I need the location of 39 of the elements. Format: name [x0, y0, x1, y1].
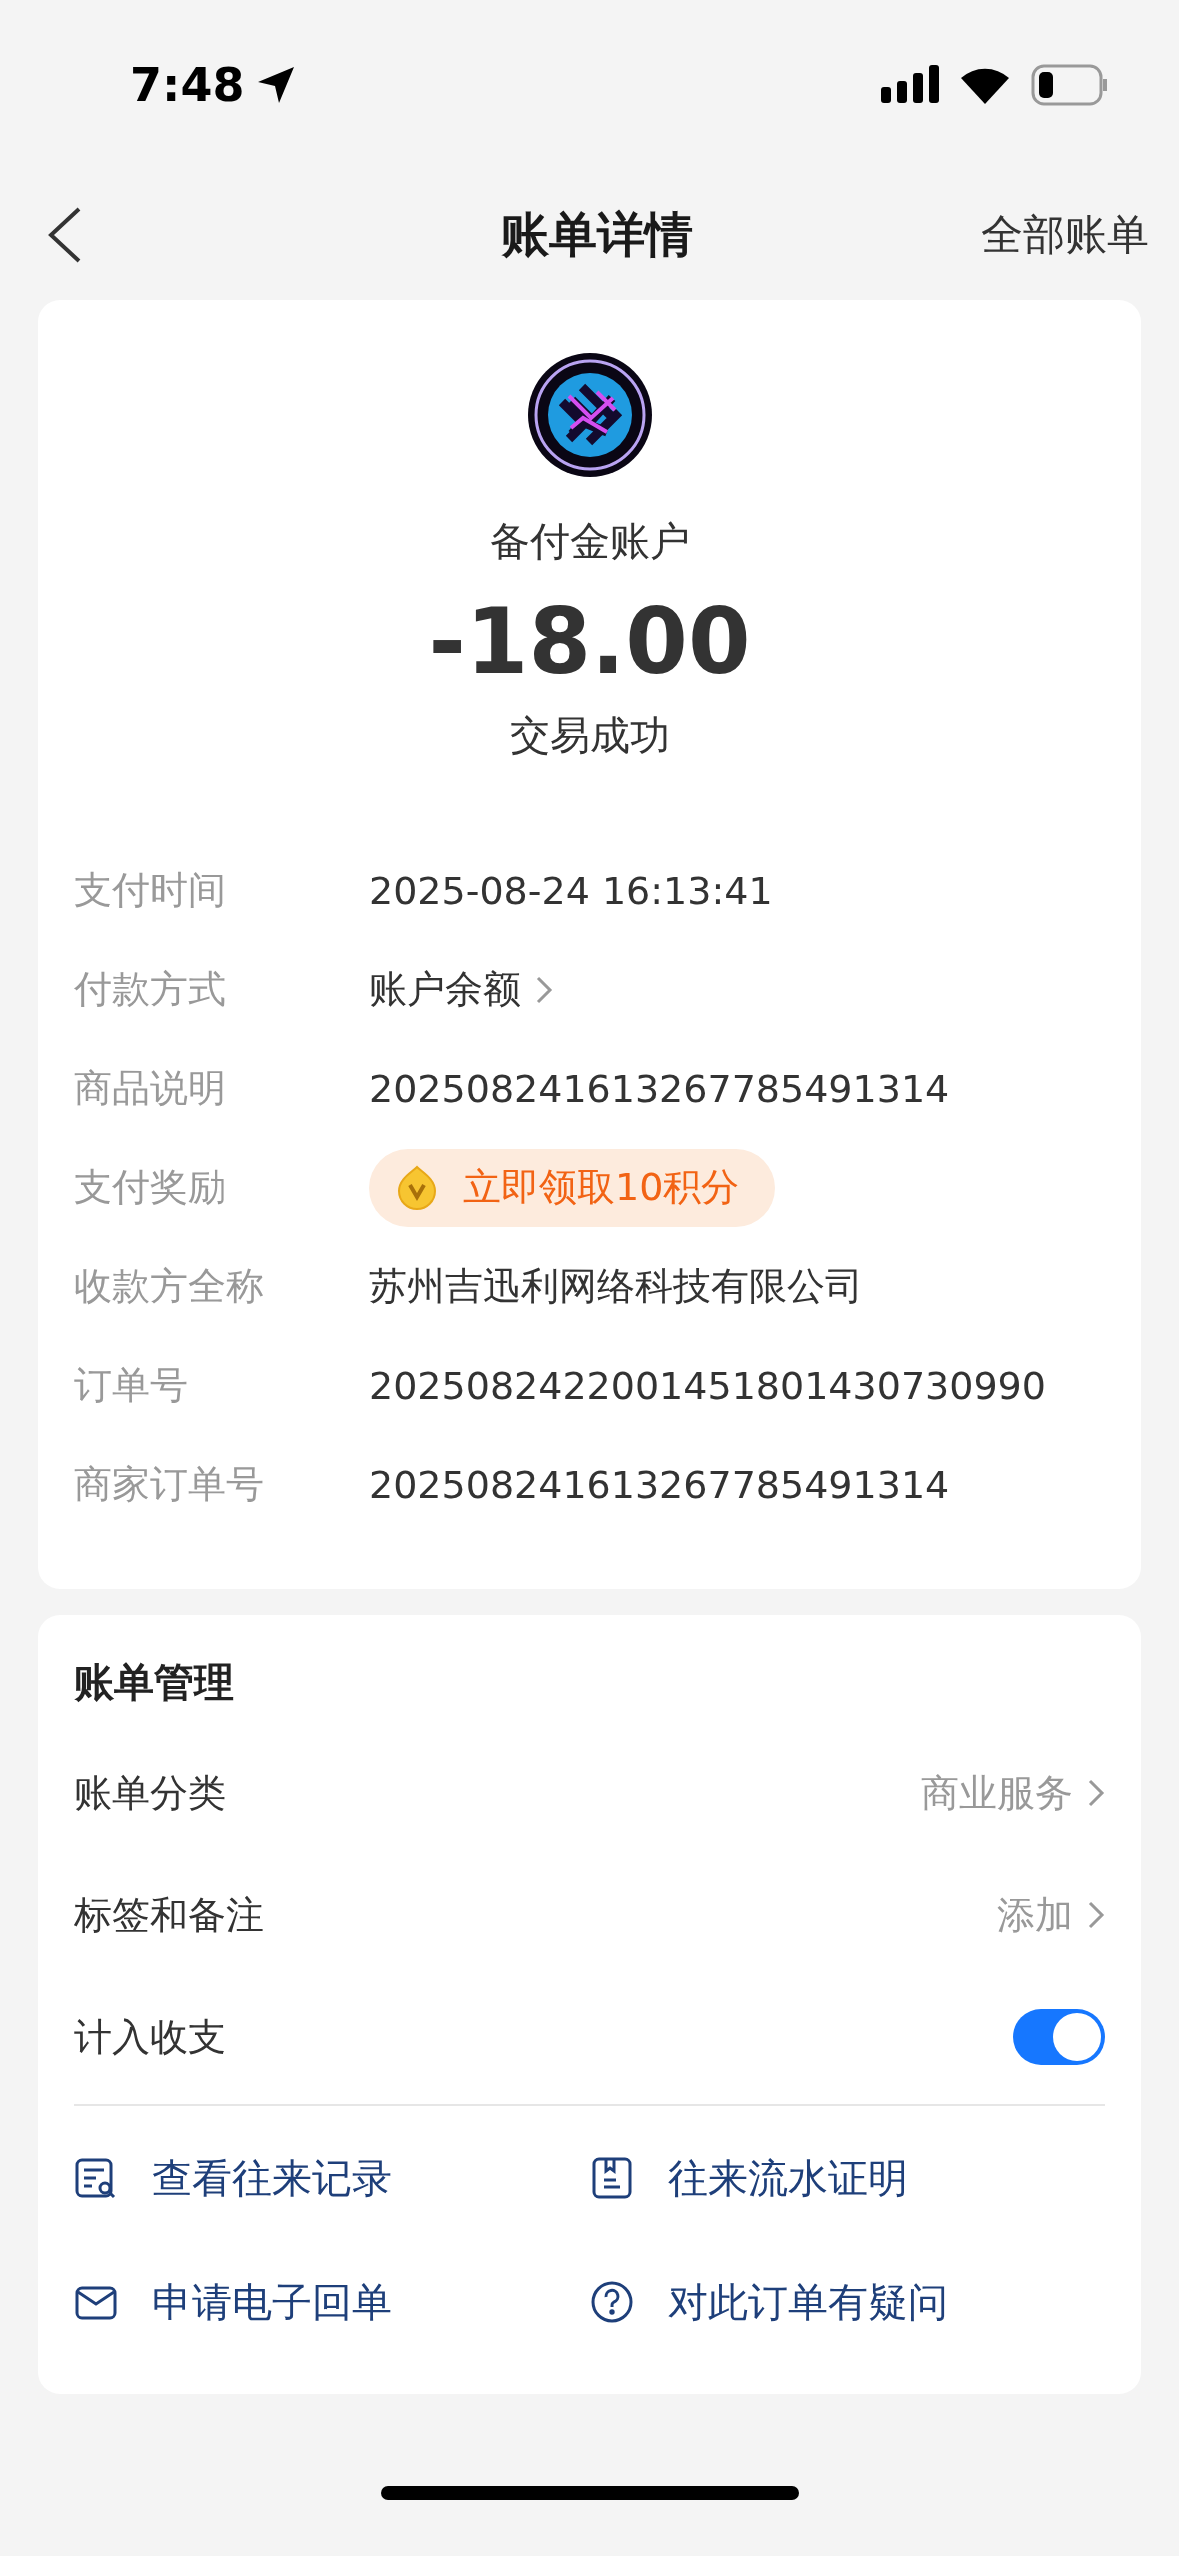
status-time: 7:48 [130, 58, 245, 112]
detail-label: 付款方式 [74, 966, 227, 1013]
detail-value: 2025-08-24 16:13:41 [369, 868, 773, 913]
signal-icon [881, 65, 939, 105]
payment-method-link[interactable]: 账户余额 [369, 964, 553, 1015]
account-name: 备付金账户 [489, 517, 690, 566]
wifi-icon [959, 66, 1011, 104]
chevron-right-icon [1087, 1778, 1105, 1808]
battery-icon [1031, 64, 1109, 106]
detail-label: 支付奖励 [74, 1164, 227, 1211]
detail-value: 202508241613267785491314 [369, 1462, 950, 1507]
action-link[interactable]: 对此订单有疑问 [589, 2240, 1105, 2364]
detail-value: 苏州吉迅利网络科技有限公司 [369, 1263, 863, 1310]
detail-value: 2025082422001451801430730990 [369, 1363, 1046, 1408]
detail-value: 202508241613267785491314 [369, 1066, 950, 1111]
page-title: 账单详情 [501, 205, 693, 264]
merchant-logo-icon [526, 352, 653, 478]
section-title: 账单管理 [74, 1658, 235, 1707]
action-link[interactable]: 申请电子回单 [74, 2240, 590, 2364]
all-bills-link[interactable]: 全部账单 [981, 207, 1149, 263]
transaction-status: 交易成功 [509, 711, 670, 760]
setting-label: 计入收支 [74, 2013, 226, 2061]
detail-label: 商品说明 [74, 1065, 227, 1112]
amount: -18.00 [428, 589, 751, 694]
location-arrow-icon [256, 65, 297, 105]
action-link[interactable]: 查看往来记录 [74, 2116, 590, 2240]
chevron-right-icon [535, 974, 553, 1005]
toggle-switch[interactable] [1013, 2009, 1105, 2065]
action-link[interactable]: 往来流水证明 [589, 2116, 1105, 2240]
coin-icon [397, 1164, 437, 1211]
detail-label: 订单号 [74, 1362, 189, 1409]
detail-label: 收款方全称 [74, 1263, 265, 1310]
help-icon [589, 2280, 634, 2324]
chevron-right-icon [1087, 1900, 1105, 1930]
setting-label: 标签和备注 [74, 1891, 264, 1939]
detail-label: 商家订单号 [74, 1461, 265, 1508]
setting-label: 账单分类 [74, 1769, 226, 1817]
detail-label: 支付时间 [74, 867, 227, 914]
document-search-icon [74, 2156, 118, 2200]
